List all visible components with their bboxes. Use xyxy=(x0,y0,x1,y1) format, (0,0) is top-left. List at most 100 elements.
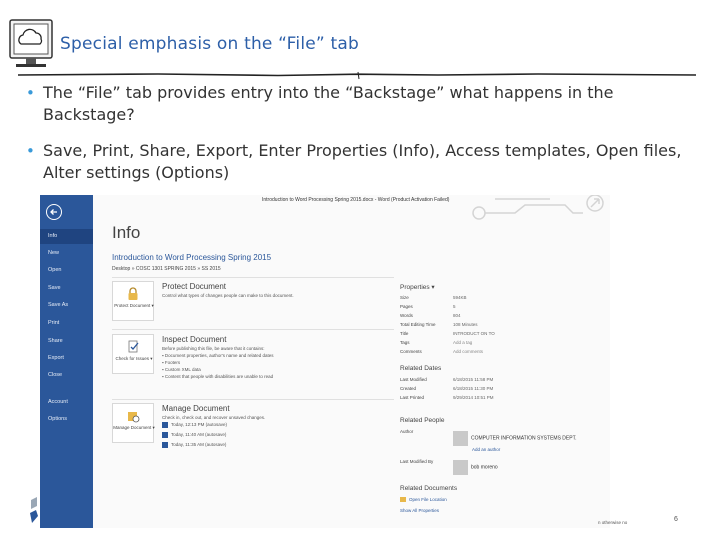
title-property-field[interactable]: INTRODUCT ON TO xyxy=(453,331,495,336)
show-all-properties-link[interactable]: Show All Properties xyxy=(400,508,439,513)
property-row: Size 594KB xyxy=(400,295,467,300)
property-label: Total Editing Time xyxy=(400,322,436,327)
date-row: Last Printed 9/29/2014 10:51 PM xyxy=(400,395,494,400)
property-label: Pages xyxy=(400,304,413,309)
property-row: Tags Add a tag xyxy=(400,340,472,345)
related-documents-heading: Related Documents xyxy=(400,485,458,492)
property-row: Pages 5 xyxy=(400,304,456,309)
lock-icon xyxy=(128,287,138,300)
inspect-bullet-text: Document properties, author's name and r… xyxy=(164,353,274,358)
bullet-dot-icon: • xyxy=(26,84,35,102)
date-row: Created 6/18/2015 11:30 PM xyxy=(400,386,493,391)
sidebar-item-export[interactable]: Export xyxy=(40,351,93,366)
property-label: Size xyxy=(400,295,409,300)
sidebar-item-save[interactable]: Save xyxy=(40,281,93,296)
word-doc-icon xyxy=(162,442,168,448)
sidebar-item-new[interactable]: New xyxy=(40,246,93,261)
comments-property-field[interactable]: Add comments xyxy=(453,349,483,354)
modified-by-label: Last Modified By xyxy=(400,459,434,464)
sidebar-item-info[interactable]: Info xyxy=(40,229,93,244)
autosave-version-label: Today, 12:13 PM (autosave) xyxy=(171,422,227,428)
page-number: 6 xyxy=(674,516,678,523)
word-doc-icon xyxy=(162,422,168,428)
property-label: Title xyxy=(400,331,409,336)
manage-document-button-label: Manage Document ▾ xyxy=(113,425,155,430)
properties-heading[interactable]: Properties ▾ xyxy=(400,283,435,291)
word-backstage-screenshot: Info New Open Save Save As Print Share E… xyxy=(40,195,610,528)
bullet-text: The “File” tab provides entry into the “… xyxy=(43,83,614,124)
property-value: 804 xyxy=(453,313,461,318)
modified-by-person[interactable]: bob moreno xyxy=(453,457,498,476)
author-person[interactable]: COMPUTER INFORMATION SYSTEMS DEPT. xyxy=(453,428,576,447)
property-row: Words 804 xyxy=(400,313,461,318)
property-row: Title INTRODUCT ON TO xyxy=(400,331,495,336)
check-for-issues-button[interactable]: Check for Issues ▾ xyxy=(112,334,154,374)
avatar-icon xyxy=(453,460,468,475)
date-value: 6/18/2015 11:30 PM xyxy=(453,386,494,391)
property-label: Words xyxy=(400,313,413,318)
sidebar-item-save-as[interactable]: Save As xyxy=(40,298,93,313)
inspect-bullet: ▪ Content that people with disabilities … xyxy=(162,374,274,379)
protect-document-button[interactable]: Protect Document ▾ xyxy=(112,281,154,321)
title-divider xyxy=(18,71,696,80)
inspect-bullet: ▪ Footers xyxy=(162,360,181,365)
property-value: 5 xyxy=(453,304,456,309)
document-path-breadcrumb[interactable]: Desktop » COSC 1301 SPRING 2015 » SS 201… xyxy=(112,266,221,272)
sidebar-item-account[interactable]: Account xyxy=(40,395,93,410)
folder-icon xyxy=(400,497,406,503)
property-value: 108 Minutes xyxy=(453,322,478,327)
inspect-document-title: Inspect Document xyxy=(162,335,227,344)
backstage-sidebar: Info New Open Save Save As Print Share E… xyxy=(40,195,93,528)
date-value: 6/18/2015 11:58 PM xyxy=(453,377,494,382)
sidebar-item-close[interactable]: Close xyxy=(40,368,93,383)
sidebar-item-open[interactable]: Open xyxy=(40,263,93,278)
related-people-heading: Related People xyxy=(400,417,445,424)
inspect-bullet-text: Content that people with disabilities ar… xyxy=(164,374,274,379)
document-title: Introduction to Word Processing Spring 2… xyxy=(112,253,272,262)
manage-document-icon xyxy=(128,412,140,423)
property-row: Total Editing Time 108 Minutes xyxy=(400,322,478,327)
manage-document-description: Check in, check out, and recover unsaved… xyxy=(162,415,266,420)
tags-property-field[interactable]: Add a tag xyxy=(453,340,472,345)
avatar-icon xyxy=(453,431,468,446)
protect-document-button-label: Protect Document ▾ xyxy=(114,303,154,308)
sidebar-item-share[interactable]: Share xyxy=(40,334,93,349)
divider xyxy=(112,399,394,400)
info-heading: Info xyxy=(112,223,141,242)
back-arrow-icon[interactable] xyxy=(46,204,62,220)
inspect-bullet: ▪ Document properties, author's name and… xyxy=(162,353,274,358)
autosave-version-item[interactable]: Today, 11:35 AM (autosave) xyxy=(162,442,226,448)
date-label: Created xyxy=(400,386,417,391)
manage-document-title: Manage Document xyxy=(162,404,230,413)
bullet-backstage: • The “File” tab provides entry into the… xyxy=(26,82,696,126)
add-author-link[interactable]: Add an author xyxy=(472,447,500,452)
circuit-decoration xyxy=(472,195,604,220)
cloud-computer-logo-icon xyxy=(9,19,53,67)
protect-document-description: Control what types of changes people can… xyxy=(162,293,294,298)
bullet-features: • Save, Print, Share, Export, Enter Prop… xyxy=(26,140,696,184)
autosave-version-label: Today, 11:40 AM (autosave) xyxy=(171,432,227,438)
inspect-bullet-text: Custom XML data xyxy=(164,367,201,372)
divider xyxy=(112,329,394,330)
check-for-issues-button-label: Check for Issues ▾ xyxy=(115,356,153,361)
autosave-version-item[interactable]: Today, 12:13 PM (autosave) xyxy=(162,422,227,428)
autosave-version-item[interactable]: Today, 11:40 AM (autosave) xyxy=(162,432,226,438)
property-label: Comments xyxy=(400,349,422,354)
protect-document-title: Protect Document xyxy=(162,282,227,291)
manage-document-button[interactable]: Manage Document ▾ xyxy=(112,403,155,443)
open-file-location-link[interactable]: Open File Location xyxy=(400,497,447,503)
author-name: COMPUTER INFORMATION SYSTEMS DEPT. xyxy=(471,435,577,442)
bullet-text: Save, Print, Share, Export, Enter Proper… xyxy=(43,141,682,182)
sidebar-item-options[interactable]: Options xyxy=(40,412,93,427)
word-doc-icon xyxy=(162,432,168,438)
check-document-icon xyxy=(128,340,139,353)
bullet-dot-icon: • xyxy=(26,142,35,160)
date-label: Last Printed xyxy=(400,395,425,400)
date-row: Last Modified 6/18/2015 11:58 PM xyxy=(400,377,493,382)
author-label: Author xyxy=(400,429,414,434)
divider xyxy=(112,277,394,278)
inspect-bullet: ▪ Custom XML data xyxy=(162,367,201,372)
sidebar-item-print[interactable]: Print xyxy=(40,316,93,331)
autosave-version-label: Today, 11:35 AM (autosave) xyxy=(171,442,227,448)
date-value: 9/29/2014 10:51 PM xyxy=(453,395,494,400)
